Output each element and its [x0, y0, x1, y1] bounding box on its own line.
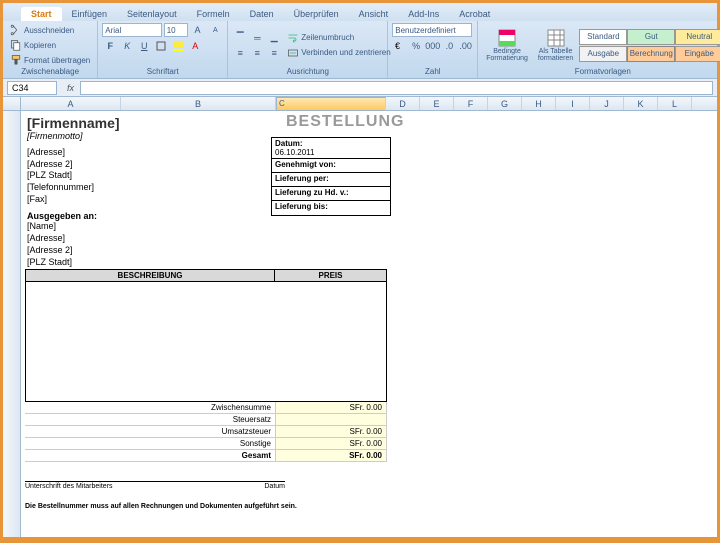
column-headers: ABCDEFGHIJKL [3, 97, 717, 111]
copy-button[interactable]: Kopieren [7, 38, 93, 52]
row-headers[interactable] [3, 111, 21, 537]
sum-row: ZwischensummeSFr. 0.00 [25, 402, 387, 414]
col-header-J[interactable]: J [590, 97, 624, 110]
svg-text:€: € [395, 41, 400, 51]
info-row: Lieferung per: [272, 173, 390, 187]
formula-bar: C34 fx [3, 79, 717, 97]
cond-format-icon [497, 28, 517, 48]
merge-button[interactable]: Verbinden und zentrieren [284, 46, 393, 60]
sum-row: Steuersatz [25, 414, 387, 426]
order-items-area[interactable] [25, 282, 387, 402]
col-header-E[interactable]: E [420, 97, 454, 110]
align-bottom-button[interactable]: ▁ [266, 31, 282, 45]
currency-button[interactable]: € [392, 39, 407, 53]
copy-icon [10, 39, 22, 51]
info-row: Lieferung bis: [272, 201, 390, 215]
percent-button[interactable]: % [409, 39, 424, 53]
fx-icon[interactable]: fx [61, 83, 80, 93]
cell-style-ausgabe[interactable]: Ausgabe [579, 46, 627, 62]
col-header-C[interactable]: C [276, 97, 386, 111]
border-button[interactable] [153, 39, 169, 53]
info-row: Genehmigt von: [272, 159, 390, 173]
order-info-box: Datum:06.10.2011Genehmigt von:Lieferung … [271, 137, 391, 216]
ribbon-tabs: StartEinfügenSeitenlayoutFormelnDatenÜbe… [3, 3, 717, 21]
order-table: BESCHREIBUNG PREIS ZwischensummeSFr. 0.0… [25, 269, 387, 462]
tab-einfügen[interactable]: Einfügen [62, 7, 118, 21]
cell-style-gut[interactable]: Gut [627, 29, 675, 45]
fill-color-button[interactable] [170, 39, 186, 53]
tab-ansicht[interactable]: Ansicht [349, 7, 399, 21]
group-label: Schriftart [102, 67, 223, 76]
sum-row: UmsatzsteuerSFr. 0.00 [25, 426, 387, 438]
col-header-B[interactable]: B [121, 97, 276, 110]
info-row: Lieferung zu Hd. v.: [272, 187, 390, 201]
sum-row: SonstigeSFr. 0.00 [25, 438, 387, 450]
scissors-icon [10, 24, 22, 36]
col-header-H[interactable]: H [522, 97, 556, 110]
footnote: Die Bestellnummer muss auf allen Rechnun… [25, 503, 297, 510]
sum-row: GesamtSFr. 0.00 [25, 450, 387, 462]
doc-title: BESTELLUNG [286, 113, 404, 131]
font-size-select[interactable]: 10 [164, 23, 188, 37]
tab-daten[interactable]: Daten [240, 7, 284, 21]
wrap-icon [287, 32, 299, 44]
group-label: Formatvorlagen [482, 67, 720, 76]
shrink-font-button[interactable]: A [207, 23, 223, 37]
col-header-D[interactable]: D [386, 97, 420, 110]
tab-acrobat[interactable]: Acrobat [449, 7, 500, 21]
align-center-button[interactable]: ≡ [249, 46, 265, 60]
signature-line: Unterschrift des Mitarbeiters Datum [25, 481, 285, 490]
ribbon: Ausschneiden Kopieren Format übertragen … [3, 21, 717, 79]
col-header-I[interactable]: I [556, 97, 590, 110]
merge-icon [287, 47, 299, 59]
dec-decimal-button[interactable]: .00 [458, 39, 473, 53]
table-icon [546, 28, 566, 48]
group-label: Zwischenablage [7, 67, 93, 76]
brush-icon [10, 54, 22, 66]
tab-add-ins[interactable]: Add-Ins [398, 7, 449, 21]
cell-style-neutral[interactable]: Neutral [675, 29, 720, 45]
font-name-select[interactable]: Arial [102, 23, 161, 37]
name-box[interactable]: C34 [7, 81, 57, 95]
align-left-button[interactable]: ≡ [232, 46, 248, 60]
underline-button[interactable]: U [136, 39, 152, 53]
comma-button[interactable]: 000 [425, 39, 441, 53]
format-table-button[interactable]: Als Tabelle formatieren [534, 26, 577, 64]
cell-style-eingabe[interactable]: Eingabe [675, 46, 720, 62]
align-top-button[interactable]: ▔ [232, 31, 248, 45]
grow-font-button[interactable]: A [190, 23, 206, 37]
wrap-text-button[interactable]: Zeilenumbruch [284, 31, 393, 45]
conditional-format-button[interactable]: Bedingte Formatierung [482, 26, 532, 64]
align-mid-button[interactable]: ═ [249, 31, 265, 45]
col-header-A[interactable]: A [21, 97, 121, 110]
cell-style-standard[interactable]: Standard [579, 29, 627, 45]
cell-style-berechnung[interactable]: Berechnung [627, 46, 675, 62]
italic-button[interactable]: K [119, 39, 135, 53]
group-label: Zahl [392, 67, 473, 76]
number-format-select[interactable]: Benutzerdefiniert [392, 23, 472, 37]
th-description: BESCHREIBUNG [25, 269, 275, 282]
tab-formeln[interactable]: Formeln [187, 7, 240, 21]
inc-decimal-button[interactable]: .0 [442, 39, 457, 53]
select-all-button[interactable] [3, 97, 21, 110]
bold-button[interactable]: F [102, 39, 118, 53]
tab-überprüfen[interactable]: Überprüfen [284, 7, 349, 21]
align-right-button[interactable]: ≡ [266, 46, 282, 60]
font-color-button[interactable]: A [187, 39, 203, 53]
cut-button[interactable]: Ausschneiden [7, 23, 93, 37]
col-header-K[interactable]: K [624, 97, 658, 110]
col-header-F[interactable]: F [454, 97, 488, 110]
worksheet[interactable]: [Firmenname] [Firmenmotto] [Adresse][Adr… [21, 111, 717, 537]
col-header-G[interactable]: G [488, 97, 522, 110]
format-painter-button[interactable]: Format übertragen [7, 53, 93, 67]
tab-start[interactable]: Start [21, 7, 62, 21]
th-price: PREIS [275, 269, 387, 282]
group-label: Ausrichtung [232, 67, 383, 76]
col-header-L[interactable]: L [658, 97, 692, 110]
tab-seitenlayout[interactable]: Seitenlayout [117, 7, 187, 21]
formula-input[interactable] [80, 81, 713, 95]
info-row: Datum:06.10.2011 [272, 138, 390, 159]
